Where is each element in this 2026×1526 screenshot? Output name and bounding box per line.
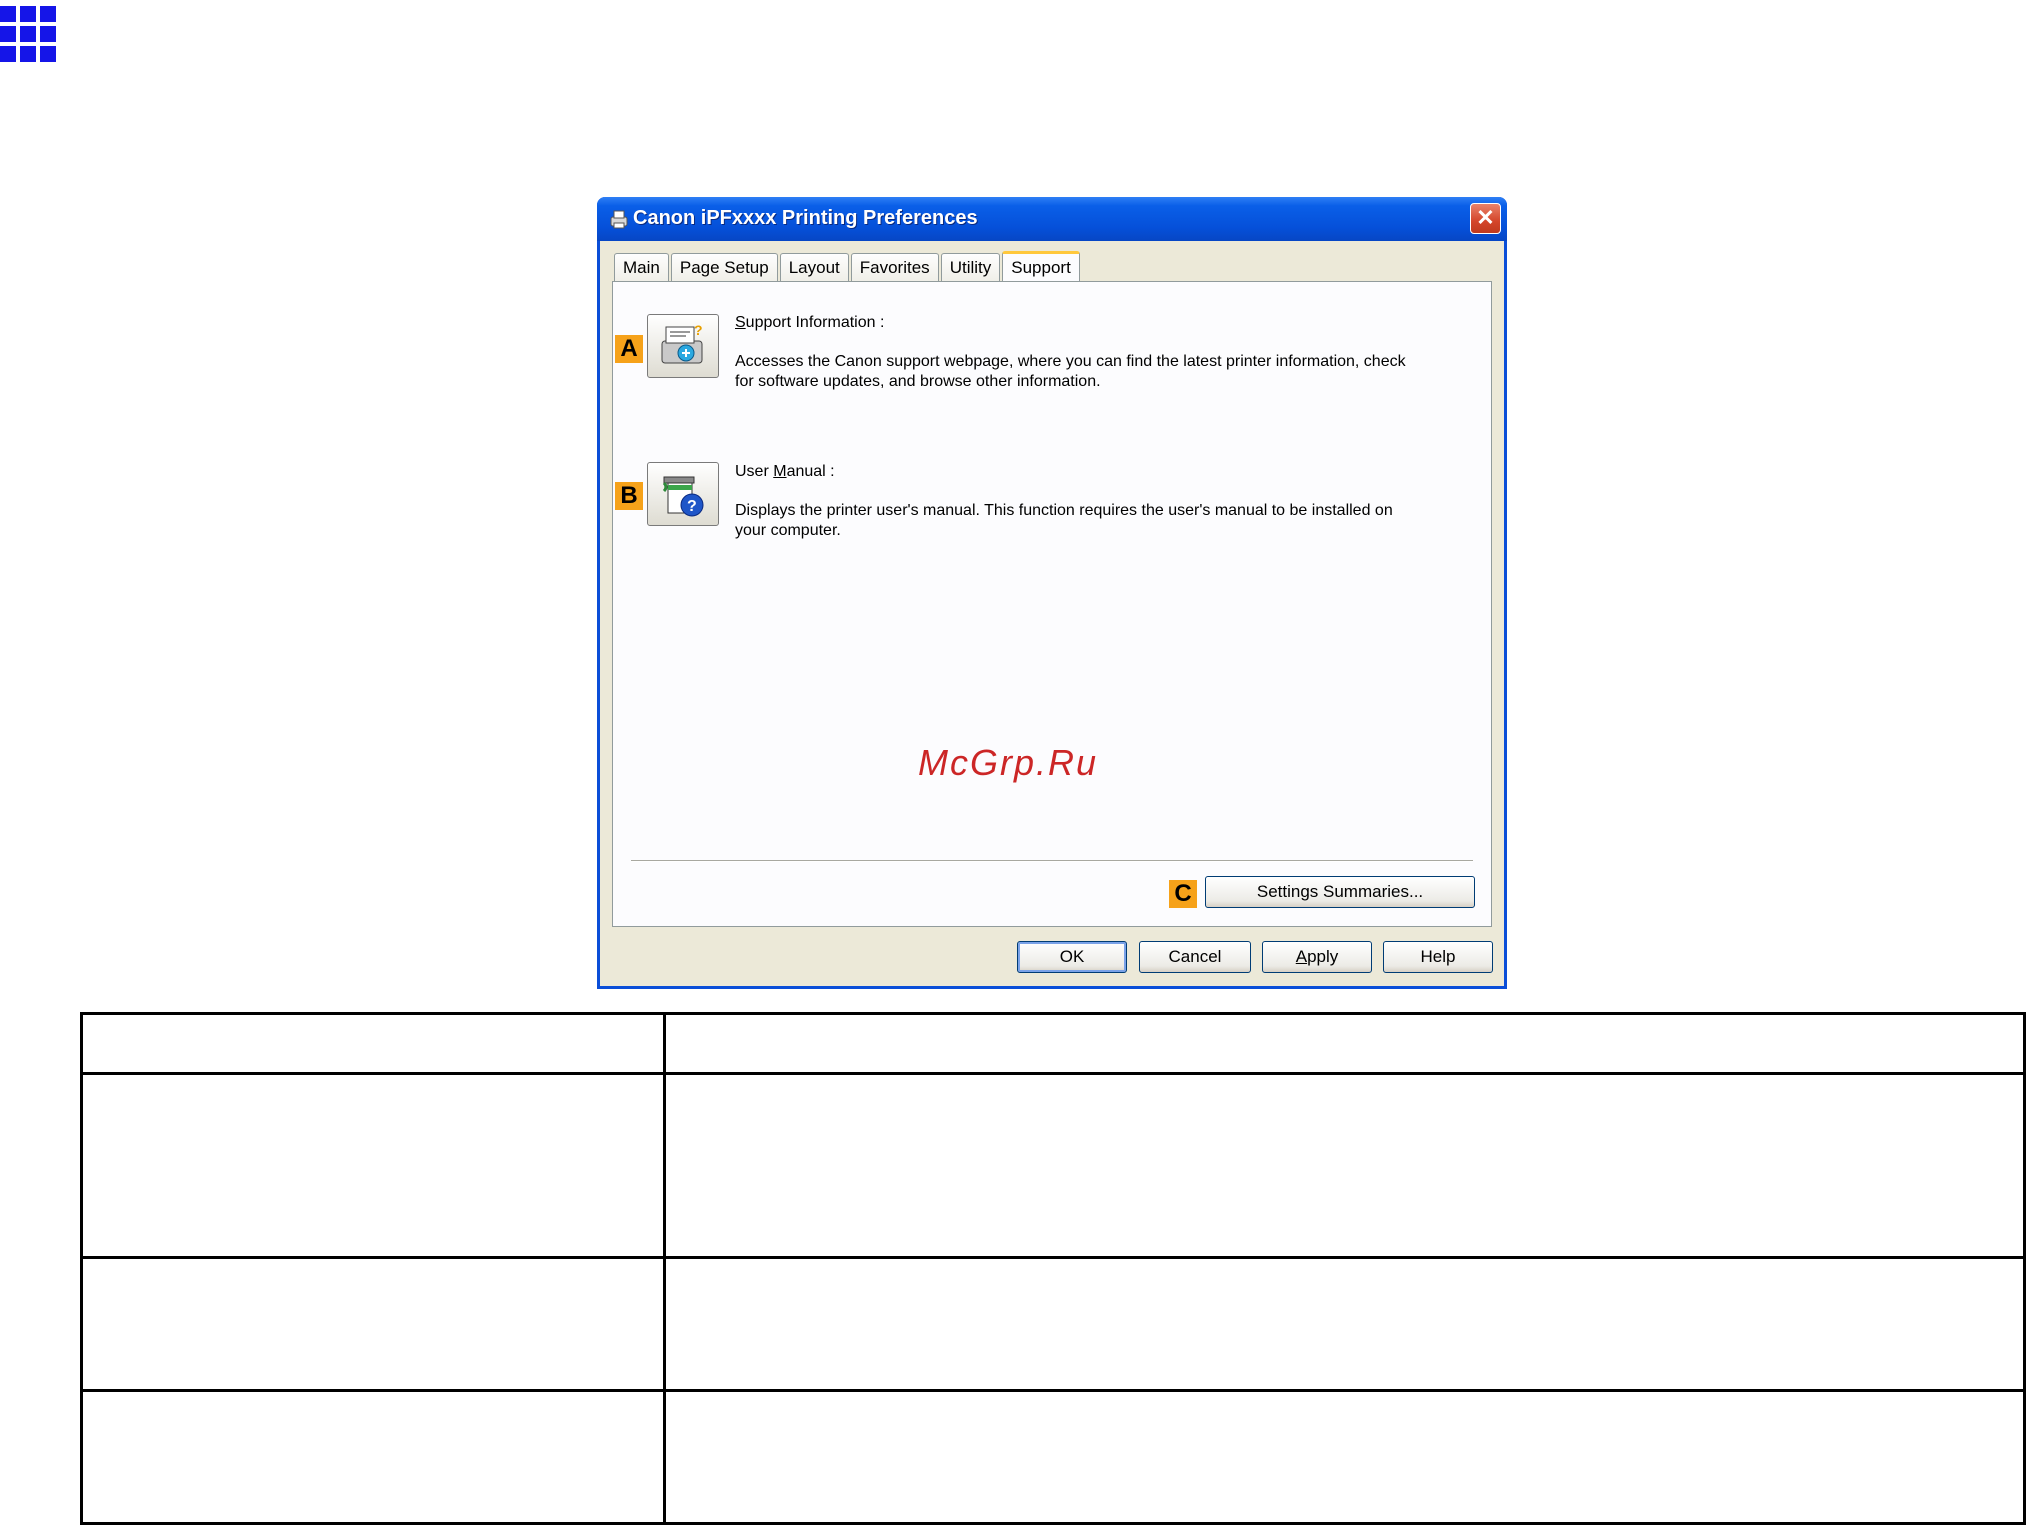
- table-cell: [80, 1389, 666, 1525]
- printing-preferences-dialog: Canon iPFxxxx Printing Preferences ✕ Mai…: [597, 197, 1507, 989]
- support-information-description: Accesses the Canon support webpage, wher…: [735, 353, 1406, 390]
- help-button[interactable]: Help: [1383, 941, 1493, 973]
- tab-support[interactable]: Support: [1002, 251, 1080, 283]
- table-cell: [663, 1256, 2026, 1392]
- user-manual-icon: ?: [662, 476, 704, 517]
- tab-strip: Main Page Setup Layout Favorites Utility…: [614, 251, 1082, 283]
- support-information-title[interactable]: Support Information :: [735, 314, 884, 332]
- apply-button[interactable]: Apply: [1262, 941, 1372, 973]
- separator: [631, 860, 1473, 862]
- table-row: [80, 1256, 2026, 1392]
- table-row: [80, 1012, 2026, 1075]
- title-bar[interactable]: Canon iPFxxxx Printing Preferences ✕: [597, 197, 1507, 241]
- cancel-button[interactable]: Cancel: [1139, 941, 1251, 973]
- printer-icon: [610, 210, 628, 229]
- user-manual-button[interactable]: ?: [647, 462, 719, 526]
- user-manual-description: Displays the printer user's manual. This…: [735, 502, 1393, 539]
- svg-text:?: ?: [687, 498, 697, 515]
- user-manual-title[interactable]: User Manual :: [735, 463, 835, 481]
- marker-b: B: [615, 482, 643, 510]
- tab-utility[interactable]: Utility: [940, 253, 1001, 281]
- table-cell: [663, 1072, 2026, 1259]
- support-info-icon: ?: [661, 322, 703, 364]
- tab-page-setup[interactable]: Page Setup: [670, 253, 778, 281]
- close-icon: ✕: [1476, 205, 1495, 230]
- ok-button[interactable]: OK: [1017, 941, 1127, 973]
- marker-c: C: [1169, 880, 1197, 908]
- close-button[interactable]: ✕: [1470, 203, 1501, 234]
- marker-a: A: [615, 335, 643, 363]
- settings-summaries-button[interactable]: Settings Summaries...: [1205, 876, 1475, 908]
- table-cell: [80, 1012, 666, 1075]
- watermark: McGrp.Ru: [918, 742, 1099, 783]
- tab-main[interactable]: Main: [614, 253, 669, 281]
- table-cell: [80, 1256, 666, 1392]
- support-panel: A ? Support Information : Accesses the C…: [612, 281, 1492, 927]
- dialog-title: Canon iPFxxxx Printing Preferences: [633, 207, 978, 229]
- support-information-button[interactable]: ?: [647, 314, 719, 378]
- tab-favorites[interactable]: Favorites: [850, 253, 939, 281]
- table-cell: [663, 1012, 2026, 1075]
- table-row: [80, 1072, 2026, 1259]
- table-row: [80, 1389, 2026, 1525]
- table-cell: [663, 1389, 2026, 1525]
- tab-layout[interactable]: Layout: [779, 253, 849, 281]
- table-cell: [80, 1072, 666, 1259]
- svg-text:?: ?: [694, 322, 703, 338]
- page-grid-icon: [0, 6, 60, 66]
- description-table: [80, 1012, 2026, 1525]
